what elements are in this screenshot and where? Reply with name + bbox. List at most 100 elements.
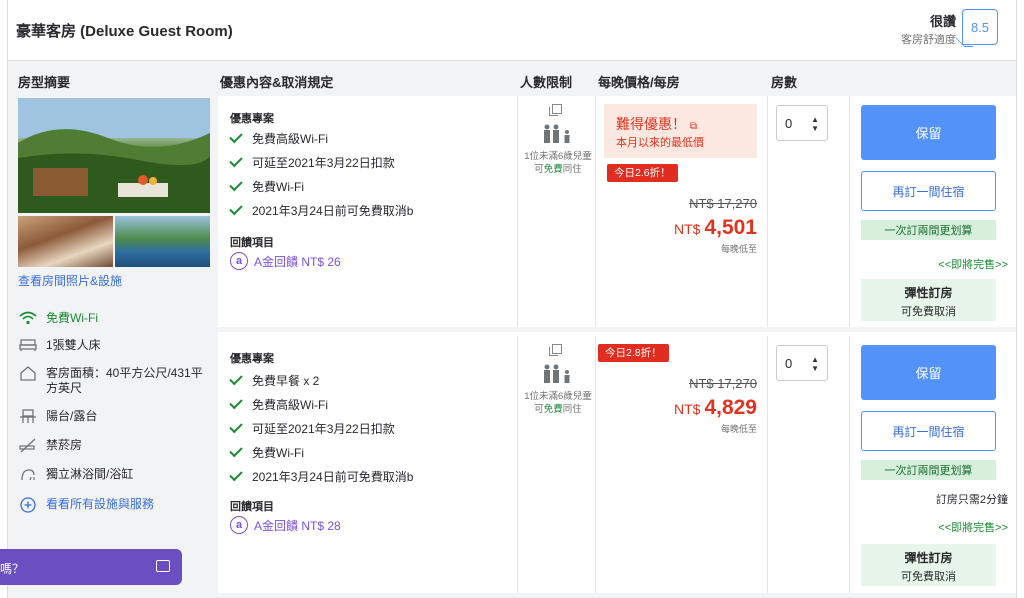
discount-badge: 今日2.6折！	[607, 164, 678, 182]
room-quantity-select[interactable]: 0 ▲ ▼	[776, 345, 828, 381]
occupancy-note: 1位未滿6歲兒童可免費同住	[524, 151, 592, 175]
check-icon	[229, 201, 243, 216]
per-night-label: 每晚低至	[720, 244, 757, 254]
deal-banner: 難得優惠！ ⧉ 本月以來的最低價	[604, 104, 757, 158]
check-icon	[229, 467, 243, 482]
room-quantity-cell: 0 ▲ ▼	[768, 336, 850, 593]
a-coin-icon: a	[230, 252, 248, 270]
room-photo-bedroom[interactable]	[18, 216, 113, 267]
current-price: NT$ 4,829	[673, 396, 757, 419]
discount-badge: 今日2.8折！	[598, 344, 669, 362]
no-smoking-icon	[18, 438, 38, 454]
column-summary: 房型摘要	[18, 75, 71, 90]
check-icon	[229, 153, 243, 168]
book-another-button[interactable]: 再訂一間住宿	[861, 411, 996, 451]
feature-area: 客房面積：40平方公尺/431平方英尺	[18, 366, 206, 396]
booking-time-label: 訂房只需2分鐘	[935, 494, 1008, 506]
benefit-item: 免費高級Wi-Fi	[229, 395, 328, 413]
room-quantity-select[interactable]: 0 ▲ ▼	[776, 105, 828, 141]
feature-bed: 1張雙人床	[18, 338, 206, 354]
column-people: 人數限制	[520, 75, 573, 90]
reward-item: a A金回饋 NT$ 28	[230, 516, 341, 534]
benefit-item: 免費早餐 x 2	[229, 371, 319, 389]
column-header: 房型摘要 優惠內容&取消規定 人數限制 每晚價格/每房 房數	[8, 60, 1016, 96]
column-offer: 優惠內容&取消規定	[220, 75, 334, 90]
people-icon	[544, 364, 570, 383]
benefit-item: 可延至2021年3月22日扣款	[229, 419, 395, 437]
per-night-label: 每晚低至	[720, 424, 757, 434]
benefit-item: 2021年3月24日前可免費取消b	[229, 201, 413, 219]
benefit-item: 免費Wi-Fi	[229, 177, 304, 195]
check-icon	[229, 395, 243, 410]
deal-subtitle: 本月以來的最低價	[616, 137, 704, 149]
column-price: 每晚價格/每房	[598, 75, 680, 90]
offer-row: 優惠專案 免費早餐 x 2 免費高級Wi-Fi 可延至2021年3月22日扣款 …	[218, 336, 1016, 598]
feature-shower: 獨立淋浴間/浴缸	[18, 467, 206, 483]
flexible-booking: 彈性訂房 可免費取消	[861, 544, 996, 586]
chat-widget[interactable]: 嗎？	[0, 549, 182, 585]
room-quantity-cell: 0 ▲ ▼	[768, 96, 850, 327]
deal-title: 難得優惠！ ⧉	[616, 116, 698, 132]
check-icon	[229, 129, 243, 144]
reward-title: 回饋項目	[230, 501, 274, 513]
price-cell: 難得優惠！ ⧉ 本月以來的最低價 今日2.6折！ NT$ 17,270 NT$ 4…	[596, 96, 768, 327]
selling-out-label: <<即將完售>>	[938, 522, 1008, 534]
offer-title: 優惠專案	[230, 353, 274, 365]
reserve-button[interactable]: 保留	[861, 105, 996, 160]
feature-no-smoking: 禁菸房	[18, 438, 206, 454]
select-arrows-icon: ▲ ▼	[811, 115, 819, 133]
original-price: NT$ 17,270	[689, 376, 757, 391]
room-title: 豪華客房 (Deluxe Guest Room)	[16, 23, 233, 40]
bed-icon	[18, 338, 38, 354]
offer-title: 優惠專案	[230, 113, 274, 125]
review-word: 很讚	[929, 14, 956, 29]
benefit-item: 免費高級Wi-Fi	[229, 129, 328, 147]
booking-actions: 保留 再訂一間住宿 一次訂兩間更划算 <<即將完售>> 彈性訂房 可免費取消	[850, 96, 1016, 327]
two-rooms-tag: 一次訂兩間更划算	[861, 460, 996, 480]
book-another-button[interactable]: 再訂一間住宿	[861, 171, 996, 211]
a-coin-icon: a	[230, 516, 248, 534]
chat-label: 嗎？	[0, 562, 25, 576]
benefit-item: 免費Wi-Fi	[229, 443, 304, 461]
copy-icon	[549, 344, 562, 356]
occupancy-note: 1位未滿6歲兒童可免費同住	[524, 391, 592, 415]
review-subtitle: 客房舒適度	[901, 34, 956, 46]
occupancy: 1位未滿6歲兒童可免費同住	[518, 96, 596, 327]
check-icon	[229, 371, 243, 386]
room-header: 豪華客房 (Deluxe Guest Room) 很讚 客房舒適度 8.5	[8, 0, 1016, 60]
current-price: NT$ 4,501	[673, 216, 757, 239]
check-icon	[229, 177, 243, 192]
review-score: 8.5	[962, 9, 998, 45]
room-photo-main[interactable]	[18, 98, 210, 213]
people-icon	[544, 124, 570, 143]
booking-actions: 保留 再訂一間住宿 一次訂兩間更划算 訂房只需2分鐘 <<即將完售>> 彈性訂房…	[850, 336, 1016, 593]
original-price: NT$ 17,270	[689, 196, 757, 211]
all-facilities-link[interactable]: 看看所有設施與服務	[18, 497, 206, 513]
room-photos-link[interactable]: 查看房間照片&設施	[18, 272, 122, 289]
offer-details: 優惠專案 免費早餐 x 2 免費高級Wi-Fi 可延至2021年3月22日扣款 …	[218, 336, 518, 593]
room-summary: 查看房間照片&設施 免費Wi-Fi 1張雙人床 客房面積：40平方公尺/431平…	[8, 96, 218, 598]
check-icon	[229, 443, 243, 458]
copy-icon	[549, 104, 562, 116]
wifi-icon	[18, 311, 38, 327]
feature-balcony: 陽台/露台	[18, 409, 206, 425]
select-arrows-icon: ▲ ▼	[811, 355, 819, 373]
two-rooms-tag: 一次訂兩間更划算	[861, 220, 996, 240]
benefit-item: 2021年3月24日前可免費取消b	[229, 467, 413, 485]
balcony-icon	[18, 409, 38, 425]
plus-circle-icon	[18, 497, 38, 513]
external-icon: ⧉	[689, 121, 698, 132]
reserve-button[interactable]: 保留	[861, 345, 996, 400]
price-cell: 今日2.8折！ NT$ 17,270 NT$ 4,829 每晚低至	[596, 336, 768, 593]
offer-details: 優惠專案 免費高級Wi-Fi 可延至2021年3月22日扣款 免費Wi-Fi 2…	[218, 96, 518, 327]
column-rooms: 房數	[771, 75, 798, 90]
feature-wifi: 免費Wi-Fi	[18, 311, 206, 327]
chat-bubble-icon	[156, 560, 170, 572]
offer-row: 優惠專案 免費高級Wi-Fi 可延至2021年3月22日扣款 免費Wi-Fi 2…	[218, 96, 1016, 332]
check-icon	[229, 419, 243, 434]
area-icon	[18, 366, 38, 382]
room-photo-pool[interactable]	[115, 216, 210, 267]
selling-out-label: <<即將完售>>	[938, 259, 1008, 271]
occupancy: 1位未滿6歲兒童可免費同住	[518, 336, 596, 593]
reward-item: a A金回饋 NT$ 26	[230, 252, 341, 270]
